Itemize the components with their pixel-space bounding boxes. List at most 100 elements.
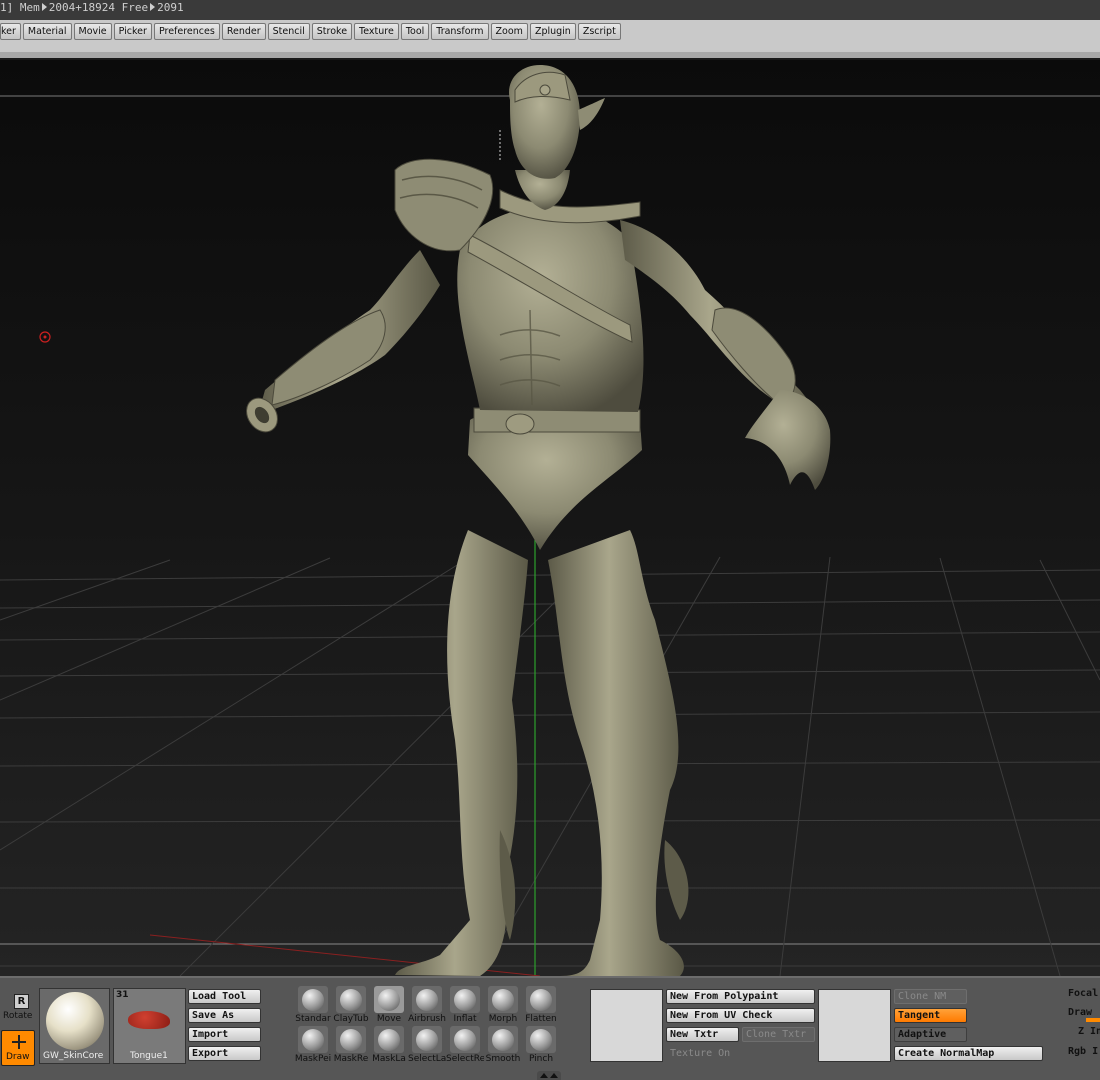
brush-label: Pinch [528, 1054, 554, 1064]
brush-label: MaskPei [294, 1054, 332, 1064]
brush-airbrush[interactable]: Airbrush [408, 986, 446, 1024]
canvas-viewport[interactable] [0, 60, 1100, 976]
brush-label: Morph [488, 1014, 518, 1024]
tangent-toggle[interactable]: Tangent [894, 1008, 967, 1023]
brush-flatten[interactable]: Flatten [523, 986, 559, 1024]
brush-smooth[interactable]: Smooth [485, 1026, 521, 1064]
rotate-label: Rotate [3, 1011, 33, 1021]
menu-bar: ker Material Movie Picker Preferences Re… [0, 20, 1100, 58]
brush-maskpen-icon [298, 1026, 328, 1053]
draw-size-slider[interactable] [1086, 1018, 1100, 1022]
z-intensity-label: Z In [1078, 1026, 1100, 1037]
brush-inflat[interactable]: Inflat [447, 986, 483, 1024]
brush-label: ClayTub [333, 1014, 369, 1024]
brush-label: Move [376, 1014, 402, 1024]
viewport-scene [0, 65, 1100, 976]
brush-masklasso[interactable]: MaskLa [371, 1026, 407, 1064]
mem-value: 2004+18924 [48, 1, 115, 14]
brush-morph[interactable]: Morph [485, 986, 521, 1024]
export-button[interactable]: Export [188, 1046, 261, 1061]
normalmap-thumbnail[interactable] [818, 989, 891, 1062]
brush-flatten-icon [526, 986, 556, 1013]
menu-items: ker Material Movie Picker Preferences Re… [0, 23, 621, 40]
menu-item-ker[interactable]: ker [0, 23, 21, 40]
brush-selectlasso-icon [412, 1026, 442, 1053]
brush-maskrect-icon [336, 1026, 366, 1053]
save-as-button[interactable]: Save As [188, 1008, 261, 1023]
brush-selectrect[interactable]: SelectRe [446, 1026, 484, 1064]
mem-label: Mem [19, 1, 40, 14]
new-txtr-button[interactable]: New Txtr [666, 1027, 739, 1042]
brush-selectlasso[interactable]: SelectLa [408, 1026, 446, 1064]
menu-item-stroke[interactable]: Stroke [311, 23, 353, 40]
menu-item-stencil[interactable]: Stencil [267, 23, 310, 40]
brush-label: MaskLa [372, 1054, 406, 1064]
brush-claytubes-icon [336, 986, 366, 1013]
brush-label: Flatten [525, 1014, 557, 1024]
shelf-toggle-handle[interactable] [537, 1071, 561, 1080]
draw-label: Draw [6, 1052, 30, 1062]
material-name: GW_SkinCore [43, 1051, 104, 1061]
new-from-polypaint-button[interactable]: New From Polypaint [666, 989, 815, 1004]
brush-airbrush-icon [412, 986, 442, 1013]
menu-item-preferences[interactable]: Preferences [153, 23, 220, 40]
menu-item-movie[interactable]: Movie [73, 23, 112, 40]
tool-thumbnail[interactable]: 31 Tongue1 [113, 988, 186, 1064]
draw-size-label: Draw [1068, 1007, 1093, 1018]
brush-label: Standar [295, 1014, 331, 1024]
rgb-intensity-label: Rgb I [1068, 1046, 1099, 1057]
menu-item-tool[interactable]: Tool [400, 23, 430, 40]
create-normalmap-button[interactable]: Create NormalMap [894, 1046, 1043, 1061]
tongue-icon [128, 1011, 170, 1029]
brush-pinch[interactable]: Pinch [523, 1026, 559, 1064]
draw-cursor-dot [43, 335, 47, 339]
texture-thumbnail[interactable] [590, 989, 663, 1062]
title-left: 1] [0, 1, 14, 14]
menu-item-zplugin[interactable]: Zplugin [529, 23, 576, 40]
rotate-icon: R [14, 994, 29, 1009]
brush-maskrect[interactable]: MaskRe [333, 1026, 369, 1064]
brush-claytubes[interactable]: ClayTub [333, 986, 369, 1024]
texture-on-button[interactable]: Texture On [666, 1046, 739, 1061]
adaptive-toggle[interactable]: Adaptive [894, 1027, 967, 1042]
clone-txtr-button[interactable]: Clone Txtr [742, 1027, 815, 1042]
tool-count: 31 [116, 990, 129, 1000]
menu-item-material[interactable]: Material [22, 23, 72, 40]
floor-grid [0, 556, 1100, 976]
brush-inflat-icon [450, 986, 480, 1013]
menu-item-texture[interactable]: Texture [354, 23, 399, 40]
brush-standard-icon [298, 986, 328, 1013]
brush-maskpen[interactable]: MaskPei [295, 1026, 331, 1064]
import-button[interactable]: Import [188, 1027, 261, 1042]
free-value: 2091 [157, 1, 184, 14]
arrow-right-icon [41, 3, 47, 11]
brush-smooth-icon [488, 1026, 518, 1053]
brush-move[interactable]: Move [371, 986, 407, 1024]
menu-item-render[interactable]: Render [221, 23, 266, 40]
brush-move-icon [374, 986, 404, 1013]
arrow-right-icon [150, 3, 156, 11]
focal-label: Focal [1068, 988, 1099, 999]
menu-item-picker[interactable]: Picker [113, 23, 152, 40]
load-tool-button[interactable]: Load Tool [188, 989, 261, 1004]
menu-item-zoom[interactable]: Zoom [490, 23, 528, 40]
brush-morph-icon [488, 986, 518, 1013]
rotate-button[interactable]: R Rotate [0, 992, 36, 1026]
brush-label: Inflat [453, 1014, 477, 1024]
draw-crosshair-icon [12, 1035, 26, 1049]
bottom-shelf: R Rotate Draw GW_SkinCore 31 Tongue1 Loa… [0, 976, 1100, 1080]
menu-item-transform[interactable]: Transform [431, 23, 489, 40]
menu-item-zscript[interactable]: Zscript [577, 23, 621, 40]
material-sphere [46, 992, 104, 1050]
brush-label: MaskRe [333, 1054, 369, 1064]
draw-button[interactable]: Draw [1, 1030, 35, 1066]
menu-bar-strip [0, 52, 1100, 58]
brush-standard[interactable]: Standar [295, 986, 331, 1024]
new-from-uv-check-button[interactable]: New From UV Check [666, 1008, 815, 1023]
material-thumbnail[interactable]: GW_SkinCore [39, 988, 110, 1064]
clone-nm-button[interactable]: Clone NM [894, 989, 967, 1004]
brush-label: Smooth [485, 1054, 521, 1064]
brush-masklasso-icon [374, 1026, 404, 1053]
tool-name: Tongue1 [130, 1051, 168, 1061]
brush-label: SelectRe [446, 1054, 484, 1064]
